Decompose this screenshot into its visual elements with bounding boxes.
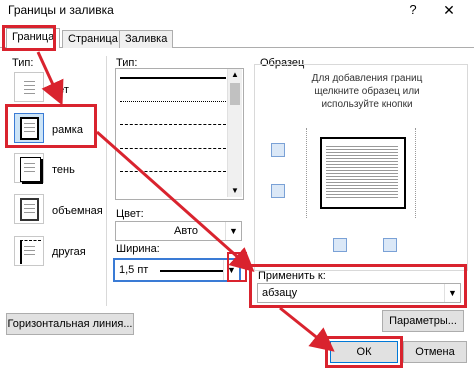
arrow-to-ok — [279, 306, 335, 352]
guide-arrows — [36, 51, 335, 352]
arrow-to-box — [36, 51, 64, 106]
arrow-to-apply — [96, 130, 255, 272]
